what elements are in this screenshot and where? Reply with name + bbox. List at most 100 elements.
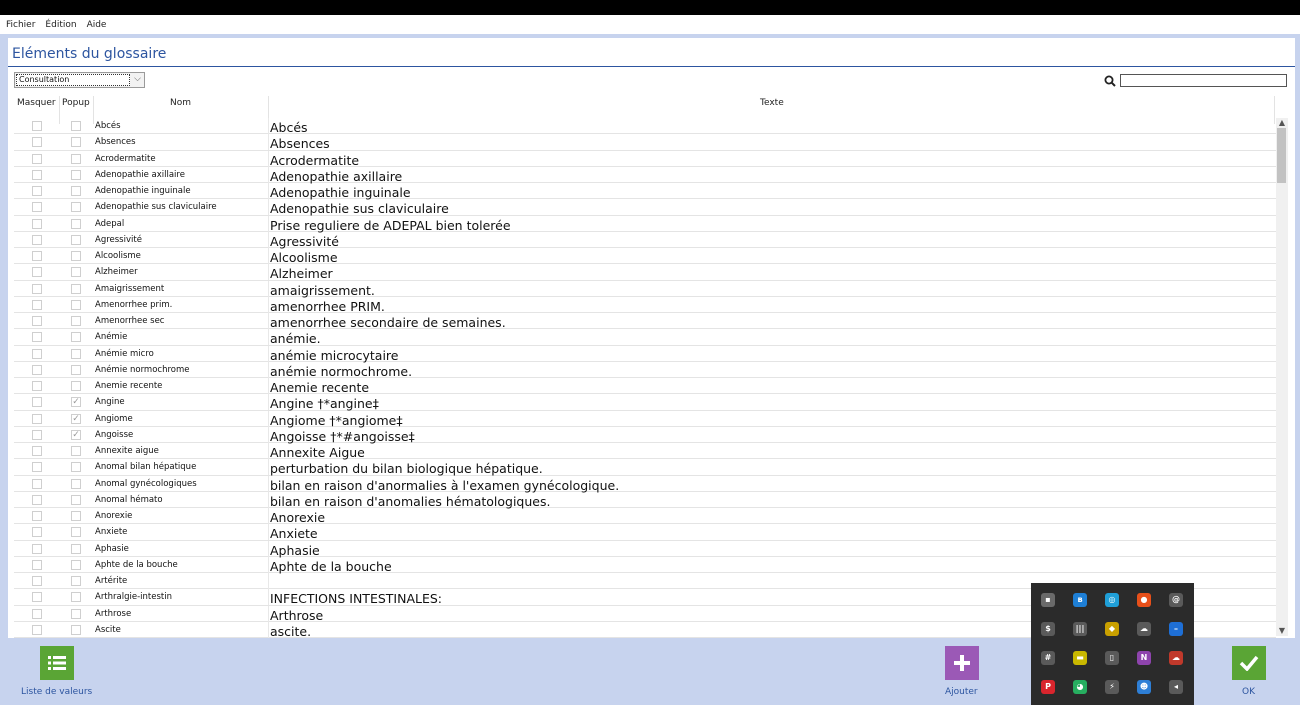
masquer-checkbox[interactable] xyxy=(32,316,42,326)
nom-cell[interactable]: Adepal xyxy=(95,219,124,229)
popup-checkbox[interactable] xyxy=(71,364,81,375)
nom-cell[interactable]: Amenorrhee sec xyxy=(95,316,164,326)
nom-cell[interactable]: Absences xyxy=(95,137,136,147)
texte-cell[interactable]: Abcés xyxy=(270,120,308,135)
nom-cell[interactable]: Adenopathie sus claviculaire xyxy=(95,202,217,212)
popup-checkbox[interactable] xyxy=(71,267,81,278)
table-row[interactable]: Adepal Prise reguliere de ADEPAL bien tol… xyxy=(14,215,1276,233)
table-row[interactable]: Amaigrissement amaigrissement. xyxy=(14,280,1276,298)
popup-checkbox[interactable] xyxy=(71,559,81,570)
table-row[interactable]: Annexite aigue Annexite Aigue xyxy=(14,443,1276,460)
masquer-checkbox[interactable] xyxy=(32,478,42,489)
masquer-checkbox[interactable] xyxy=(32,283,42,294)
nom-cell[interactable]: Abcés xyxy=(95,121,121,131)
masquer-checkbox[interactable] xyxy=(32,137,42,148)
popup-checkbox[interactable] xyxy=(71,153,81,164)
masquer-checkbox[interactable] xyxy=(32,169,42,180)
table-row[interactable]: Absences Absences xyxy=(14,134,1276,151)
popup-checkbox[interactable] xyxy=(71,478,81,489)
popup-checkbox[interactable] xyxy=(71,494,81,505)
popup-checkbox[interactable]: ✓ xyxy=(71,429,81,440)
popup-checkbox[interactable] xyxy=(71,381,81,391)
texte-cell[interactable]: Adenopathie axillaire xyxy=(270,169,402,184)
ajouter-label[interactable]: Ajouter xyxy=(945,687,978,697)
popup-checkbox[interactable] xyxy=(71,186,81,196)
scroll-down-icon[interactable]: ▼ xyxy=(1276,626,1288,636)
popup-checkbox[interactable] xyxy=(71,234,81,245)
masquer-checkbox[interactable] xyxy=(32,381,42,391)
ajouter-button[interactable] xyxy=(945,646,979,680)
texte-cell[interactable]: anémie. xyxy=(270,331,321,346)
masquer-checkbox[interactable] xyxy=(32,592,42,603)
masquer-checkbox[interactable] xyxy=(32,494,42,505)
card-icon[interactable]: ▬ xyxy=(1073,651,1087,665)
masquer-checkbox[interactable] xyxy=(32,153,42,164)
texte-cell[interactable]: Anorexie xyxy=(270,510,325,525)
masquer-checkbox[interactable] xyxy=(32,364,42,375)
dollar-icon[interactable]: $ xyxy=(1041,622,1055,636)
table-row[interactable]: Anomal bilan hépatique perturbation du bi… xyxy=(14,459,1276,476)
menu-edition[interactable]: Édition xyxy=(45,20,76,30)
nom-cell[interactable]: Anémie micro xyxy=(95,349,154,359)
table-row[interactable]: Aphte de la bouche Aphte de la bouche xyxy=(14,556,1276,574)
popup-checkbox[interactable] xyxy=(71,316,81,326)
cloud-red-icon[interactable]: ☁ xyxy=(1169,651,1183,665)
nom-cell[interactable]: Ascite xyxy=(95,625,121,635)
nom-cell[interactable]: Aphte de la bouche xyxy=(95,560,178,570)
popup-checkbox[interactable] xyxy=(71,137,81,148)
masquer-checkbox[interactable] xyxy=(32,429,42,440)
nom-cell[interactable]: Arthralgie-intestin xyxy=(95,592,172,602)
popup-checkbox[interactable] xyxy=(71,608,81,619)
texte-cell[interactable]: Adenopathie sus claviculaire xyxy=(270,201,449,216)
texte-cell[interactable]: Aphte de la bouche xyxy=(270,559,392,574)
column-header-nom[interactable]: Nom xyxy=(170,98,191,108)
texte-cell[interactable]: Agressivité xyxy=(270,234,339,249)
masquer-checkbox[interactable] xyxy=(32,462,42,473)
sync-icon[interactable]: ◎ xyxy=(1105,593,1119,607)
texte-cell[interactable]: INFECTIONS INTESTINALES: xyxy=(270,591,442,606)
texte-cell[interactable]: Anxiete xyxy=(270,526,318,541)
texte-cell[interactable]: bilan en raison d'anormalies à l'examen … xyxy=(270,478,619,493)
masquer-checkbox[interactable] xyxy=(32,267,42,278)
nom-cell[interactable]: Adenopathie axillaire xyxy=(95,170,185,180)
table-row[interactable]: Anxiete Anxiete xyxy=(14,524,1276,541)
masquer-checkbox[interactable] xyxy=(32,446,42,456)
texte-cell[interactable]: bilan en raison d'anomalies hématologiqu… xyxy=(270,494,550,509)
bluetooth-icon[interactable]: ʙ xyxy=(1073,593,1087,607)
texte-cell[interactable]: Absences xyxy=(270,136,330,151)
masquer-checkbox[interactable] xyxy=(32,397,42,408)
plug-icon[interactable]: ⚡ xyxy=(1105,680,1119,694)
firefox-icon[interactable]: ● xyxy=(1137,593,1151,607)
column-header-texte[interactable]: Texte xyxy=(760,98,784,108)
nom-cell[interactable]: Artérite xyxy=(95,576,127,586)
masquer-checkbox[interactable] xyxy=(32,576,42,586)
pie-green-icon[interactable]: ◕ xyxy=(1073,680,1087,694)
search-input[interactable] xyxy=(1120,74,1287,87)
table-row[interactable]: Anémie micro anémie microcytaire xyxy=(14,345,1276,363)
nom-cell[interactable]: Alcoolisme xyxy=(95,251,141,261)
masquer-checkbox[interactable] xyxy=(32,511,42,521)
masquer-checkbox[interactable] xyxy=(32,332,42,343)
minus-circle-icon[interactable]: – xyxy=(1169,622,1183,636)
popup-checkbox[interactable] xyxy=(71,462,81,473)
table-row[interactable]: Amenorrhee prim. amenorrhee PRIM. xyxy=(14,296,1276,314)
texte-cell[interactable]: Alcoolisme xyxy=(270,250,338,265)
nom-cell[interactable]: Anomal gynécologiques xyxy=(95,479,197,489)
hash-icon[interactable]: # xyxy=(1041,651,1055,665)
nom-cell[interactable]: Anémie xyxy=(95,332,127,342)
popup-checkbox[interactable] xyxy=(71,299,81,310)
popup-checkbox[interactable] xyxy=(71,624,81,635)
texte-cell[interactable]: Prise reguliere de ADEPAL bien tolerée xyxy=(270,218,511,233)
texte-cell[interactable]: Acrodermatite xyxy=(270,153,359,168)
texte-cell[interactable]: Arthrose xyxy=(270,608,323,623)
texte-cell[interactable]: amenorrhee secondaire de semaines. xyxy=(270,315,506,330)
nom-cell[interactable]: Aphasie xyxy=(95,544,129,554)
table-row[interactable]: ✓ Angine Angine †*angine‡ xyxy=(14,394,1276,411)
texte-cell[interactable]: anémie normochrome. xyxy=(270,364,412,379)
table-row[interactable]: Adenopathie sus claviculaire Adenopathie … xyxy=(14,199,1276,216)
user-globe-icon[interactable]: ☻ xyxy=(1137,680,1151,694)
table-row[interactable]: Anémie normochrome anémie normochrome. xyxy=(14,361,1276,379)
table-row[interactable]: Anemie recente Anemie recente xyxy=(14,378,1276,395)
table-row[interactable]: Anorexie Anorexie xyxy=(14,508,1276,525)
nom-cell[interactable]: Amenorrhee prim. xyxy=(95,300,172,310)
